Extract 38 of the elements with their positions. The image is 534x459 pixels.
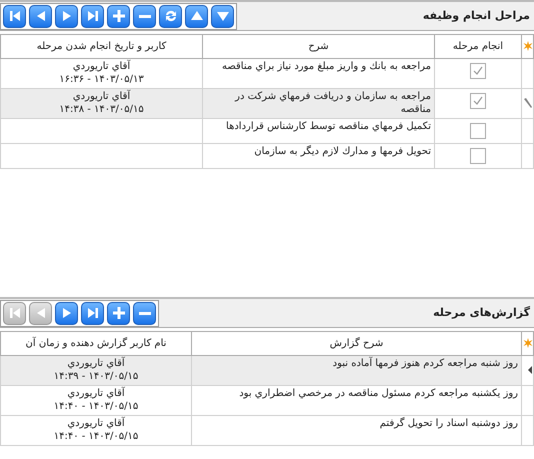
table-cell: تحويل فرمها و مدارك لازم ديگر به سازمان [202,144,434,168]
table-cell: آقاي تاريوردي ۱۴۰۳/۰۵/۱۵ - ۱۴:۳۹ [0,356,192,386]
table-cell: آقاي تاريوردي ۱۴۰۳/۰۵/۱۵ - ۱۴:۴۰ [0,386,192,416]
minus-icon [138,14,150,18]
add-button[interactable] [107,4,130,28]
column-header: نام کاربر گزارش دهنده و زمان آن [0,332,192,356]
table-cell: روز دوشنبه اسناد را تحويل گرفتم [192,416,522,446]
new-row-icon [522,41,532,52]
last-button[interactable] [81,4,104,28]
table-cell: روز شنبه مراجعه كردم هنوز فرمها آماده نبود [192,356,522,386]
checkbox[interactable] [470,93,486,109]
column-header: کاربر و تاریخ انجام شدن مرحله [0,34,202,58]
first-button[interactable] [3,4,26,28]
table-cell: آقاي تاريوردي ۱۴۰۳/۰۵/۱۵ - ۱۴:۴۰ [0,416,192,446]
next-button[interactable] [55,4,78,28]
panel-title: گزارش‌های مرحله [433,304,531,321]
previous-button[interactable] [29,4,52,28]
column-header: شرح گزارش [192,332,522,356]
table-cell: آقاي تاريوردي ۱۴۰۳/۰۵/۱۵ - ۱۴:۳۸ [0,88,202,118]
checkbox[interactable] [470,148,486,164]
panel-title: مراحل انجام وظیفه [422,8,531,24]
table-cell: روز يكشنبه مراجعه كردم مسئول مناقصه در مرخصي اضطراري بود [192,386,522,416]
remove-button[interactable] [133,302,156,324]
checkbox[interactable] [470,123,486,139]
checkbox[interactable] [470,63,486,79]
last-button[interactable] [81,302,104,324]
move-down-button[interactable] [211,4,234,28]
next-button[interactable] [55,302,78,324]
column-header: انجام مرحله [434,34,522,58]
new-row-icon [522,338,532,348]
table-cell: مراجعه به سازمان و دريافت فرمهاي شركت در مناقصه [202,88,434,118]
add-button[interactable] [107,302,130,324]
remove-button[interactable] [133,4,156,28]
column-header: شرح [202,34,434,58]
refresh-button[interactable] [159,4,182,28]
table-cell: تكميل فرمهاي مناقصه توسط كارشناس قراردادها [202,118,434,144]
minus-icon [138,312,150,314]
move-up-button[interactable] [185,4,208,28]
